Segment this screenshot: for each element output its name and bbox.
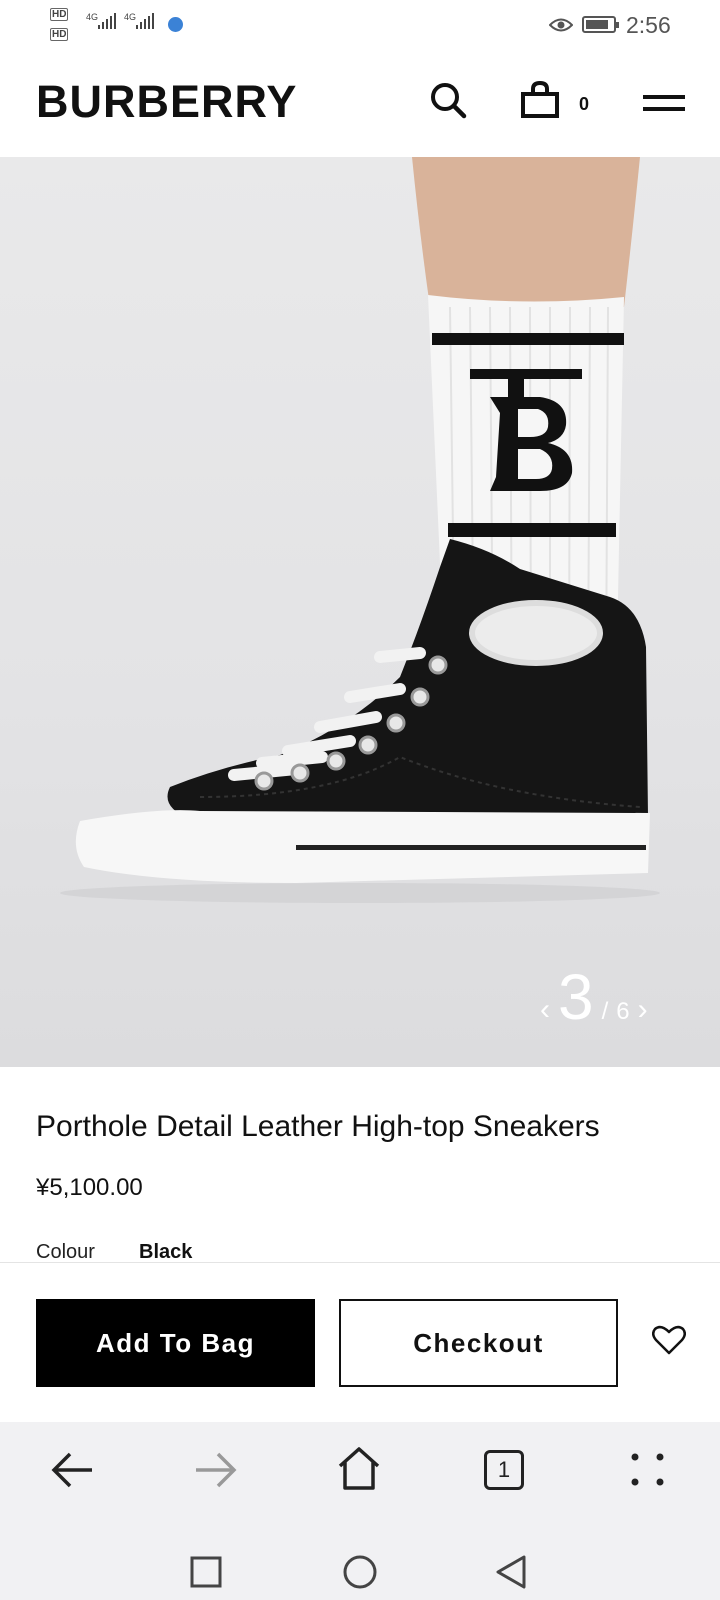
chevron-left-icon[interactable]: ‹ (540, 995, 550, 1025)
tabs-count-button[interactable]: 1 (484, 1450, 524, 1490)
brand-logo[interactable]: BURBERRY (36, 76, 297, 128)
forward-arrow-icon[interactable] (194, 1450, 238, 1490)
heart-icon[interactable] (652, 1325, 686, 1355)
more-options-icon[interactable] (630, 1452, 666, 1488)
recent-apps-icon[interactable] (190, 1556, 222, 1588)
hd-badge-2: HD (50, 28, 69, 41)
network-type-2: 4G (124, 12, 137, 22)
home-circle-icon[interactable] (342, 1554, 378, 1590)
gallery-current-index: 3 (558, 961, 594, 1033)
search-icon[interactable] (428, 80, 468, 120)
system-back-icon[interactable] (494, 1554, 528, 1590)
site-header: BURBERRY 0 (0, 52, 720, 156)
checkout-button[interactable]: Checkout (339, 1299, 618, 1387)
product-image-gallery[interactable] (0, 157, 720, 1067)
bag-count: 0 (579, 94, 590, 114)
browser-status-icon (168, 17, 183, 32)
chevron-right-icon[interactable]: › (638, 995, 648, 1025)
battery-icon (582, 16, 619, 33)
system-navigation-bar (0, 1538, 720, 1600)
eye-comfort-icon (549, 18, 573, 32)
signal-strength-icon-1 (98, 13, 116, 29)
product-title: Porthole Detail Leather High-top Sneaker… (36, 1110, 600, 1143)
status-time: 2:56 (626, 12, 671, 38)
back-arrow-icon[interactable] (50, 1450, 94, 1490)
home-icon[interactable] (336, 1446, 382, 1492)
gallery-separator: / (601, 998, 609, 1025)
add-to-bag-button[interactable]: Add To Bag (36, 1299, 315, 1387)
network-type-1: 4G (86, 12, 99, 22)
product-image (60, 157, 660, 903)
colour-value[interactable]: Black (139, 1241, 192, 1264)
signal-strength-icon-2 (136, 13, 154, 29)
purchase-action-bar: Add To Bag Checkout (0, 1262, 720, 1422)
gallery-pager: ‹ 3 / 6 › (540, 965, 648, 1029)
shopping-bag-icon[interactable] (520, 80, 560, 120)
browser-toolbar: 1 (0, 1422, 720, 1538)
menu-icon[interactable] (643, 94, 685, 114)
gallery-total: 6 (616, 998, 630, 1025)
status-bar: HD HD 4G 4G 2:56 (0, 0, 720, 50)
hd-badge-1: HD (50, 8, 69, 21)
colour-label: Colour (36, 1241, 95, 1263)
product-price: ¥5,100.00 (36, 1174, 143, 1201)
